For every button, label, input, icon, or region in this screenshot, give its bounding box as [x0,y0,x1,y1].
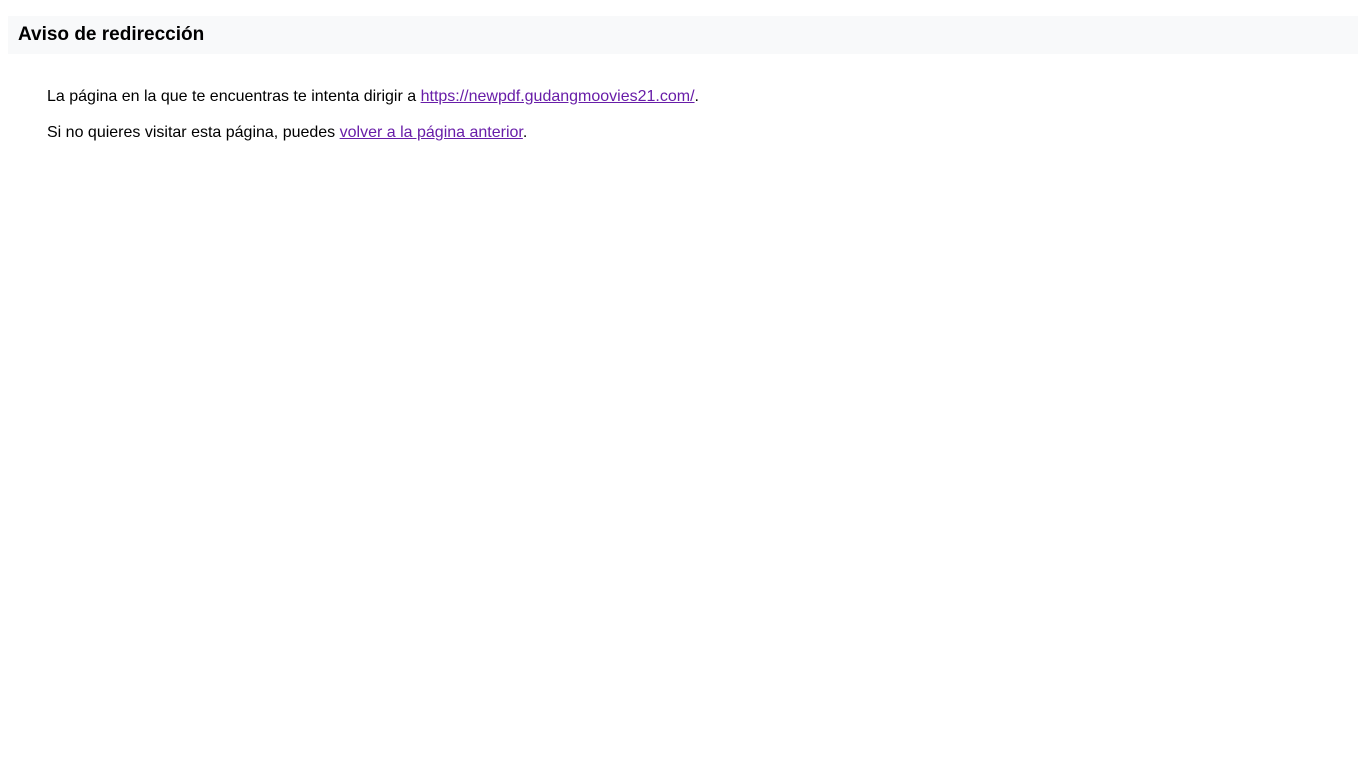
redirect-target-line: La página en la que te encuentras te int… [47,86,1327,108]
go-back-line: Si no quieres visitar esta página, puede… [47,122,1327,144]
redirect-target-link[interactable]: https://newpdf.gudangmoovies21.com/ [421,88,695,105]
go-back-prefix: Si no quieres visitar esta página, puede… [47,124,340,141]
redirect-notice: La página en la que te encuentras te int… [47,86,1327,144]
header-bar: Aviso de redirección [8,16,1358,54]
redirect-target-prefix: La página en la que te encuentras te int… [47,88,421,105]
redirect-target-suffix: . [694,88,699,105]
page-title: Aviso de redirección [18,24,205,45]
go-back-suffix: . [522,124,528,141]
go-back-link[interactable]: volver a la página anterior [340,124,523,141]
